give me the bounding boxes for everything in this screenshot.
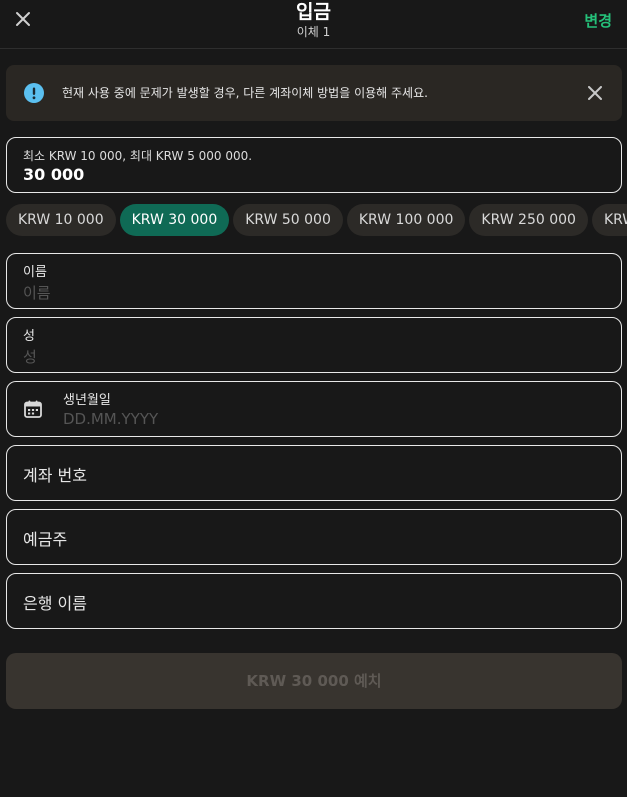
last-name-input[interactable]: 성 <box>23 346 37 367</box>
birth-date-field[interactable]: 생년월일 DD.MM.YYYY <box>6 381 622 437</box>
alert-message: 현재 사용 중에 문제가 발생할 경우, 다른 계좌이체 방법을 이용해 주세요… <box>62 86 428 100</box>
preset-chip[interactable]: KRW 1 000 <box>591 204 627 236</box>
bank-name-field[interactable]: 은행 이름 <box>6 573 622 629</box>
birth-date-label: 생년월일 <box>63 393 111 408</box>
preset-chip[interactable]: KRW 50 000 <box>233 204 343 236</box>
account-number-field[interactable]: 계좌 번호 <box>6 445 622 501</box>
amount-hint: 최소 KRW 10 000, 최대 KRW 5 000 000. <box>23 149 253 163</box>
amount-field[interactable]: 최소 KRW 10 000, 최대 KRW 5 000 000. 30 000 <box>6 137 622 193</box>
amount-input[interactable]: 30 000 <box>23 165 84 184</box>
account-holder-label: 예금주 <box>23 530 68 549</box>
deposit-submit-button[interactable]: KRW 30 000 예치 <box>6 653 622 709</box>
preset-chip-selected[interactable]: KRW 30 000 <box>119 204 230 236</box>
preset-chip[interactable]: KRW 100 000 <box>346 204 466 236</box>
amount-presets: KRW 10 000 KRW 30 000 KRW 50 000 KRW 100 00… <box>6 204 627 238</box>
bank-name-label: 은행 이름 <box>23 594 87 613</box>
change-button[interactable]: 변경 <box>584 10 612 31</box>
account-holder-field[interactable]: 예금주 <box>6 509 622 565</box>
first-name-label: 이름 <box>23 265 47 280</box>
close-icon <box>588 86 602 100</box>
last-name-field[interactable]: 성 성 <box>6 317 622 373</box>
info-icon <box>24 83 44 103</box>
page-title: 입금 <box>296 1 331 23</box>
preset-chip[interactable]: KRW 250 000 <box>469 204 588 236</box>
birth-date-input[interactable]: DD.MM.YYYY <box>63 410 158 428</box>
calendar-icon[interactable] <box>23 399 43 419</box>
page-subtitle: 이체 1 <box>296 25 331 39</box>
info-alert: 현재 사용 중에 문제가 발생할 경우, 다른 계좌이체 방법을 이용해 주세요… <box>6 65 622 121</box>
alert-close-button[interactable] <box>584 82 606 104</box>
last-name-label: 성 <box>23 329 35 344</box>
first-name-input[interactable]: 이름 <box>23 282 51 303</box>
header: 입금 이체 1 변경 <box>0 0 627 49</box>
preset-chip[interactable]: KRW 10 000 <box>6 204 116 236</box>
account-number-label: 계좌 번호 <box>23 466 87 485</box>
first-name-field[interactable]: 이름 이름 <box>6 253 622 309</box>
